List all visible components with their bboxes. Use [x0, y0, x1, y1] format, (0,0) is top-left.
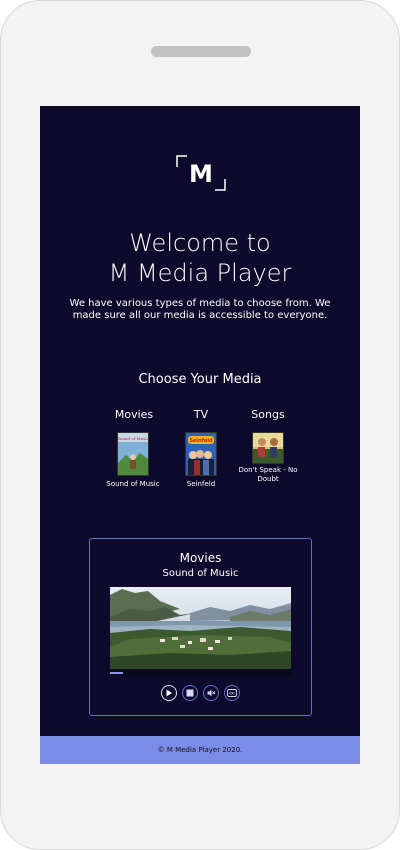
svg-text:Sound of Music: Sound of Music — [117, 436, 149, 441]
choose-media-heading: Choose Your Media — [138, 372, 262, 387]
tv-caption-seinfeld: Seinfeld — [186, 480, 216, 488]
category-label-tv: TV — [193, 408, 209, 421]
media-player: Movies Sound of Music CC — [89, 538, 312, 716]
song-caption-dont-speak: Don't Speak - No Doubt — [238, 466, 298, 483]
phone-speaker — [151, 46, 251, 57]
seek-bar[interactable] — [110, 670, 291, 676]
play-button[interactable] — [161, 685, 177, 701]
app-logo: M — [176, 155, 226, 191]
tv-thumbnail-seinfeld[interactable]: Seinfeld — [185, 432, 217, 476]
app-screen: M Welcome to M Media Player We have vari… — [40, 106, 360, 764]
svg-text:Seinfeld: Seinfeld — [189, 438, 213, 444]
logo-letter: M — [189, 160, 213, 188]
stop-icon — [186, 689, 194, 697]
player-category: Movies — [179, 551, 222, 565]
mute-icon — [207, 689, 215, 697]
intro-text: We have various types of media to choose… — [69, 298, 331, 321]
song-thumbnail-dont-speak[interactable] — [252, 432, 284, 464]
movie-caption-sound-of-music: Sound of Music — [106, 480, 160, 488]
welcome-line-2: M Media Player — [108, 259, 292, 287]
stop-button[interactable] — [182, 685, 198, 701]
video-frame[interactable] — [110, 587, 291, 669]
movie-thumbnail-sound-of-music[interactable]: Sound of Music — [117, 432, 149, 476]
captions-glyph: CC — [229, 691, 235, 696]
play-icon — [166, 689, 172, 697]
captions-icon: CC — [227, 689, 237, 697]
player-title: Sound of Music — [162, 568, 239, 579]
welcome-line-1: Welcome to — [129, 229, 271, 257]
mute-button[interactable] — [203, 685, 219, 701]
captions-button[interactable]: CC — [224, 685, 240, 701]
seek-progress — [110, 672, 123, 674]
category-label-movies: Movies — [114, 408, 154, 421]
welcome-heading: Welcome to M Media Player — [40, 228, 360, 288]
footer-copyright: © M Media Player 2020. — [40, 736, 360, 764]
category-label-songs: Songs — [251, 408, 285, 421]
